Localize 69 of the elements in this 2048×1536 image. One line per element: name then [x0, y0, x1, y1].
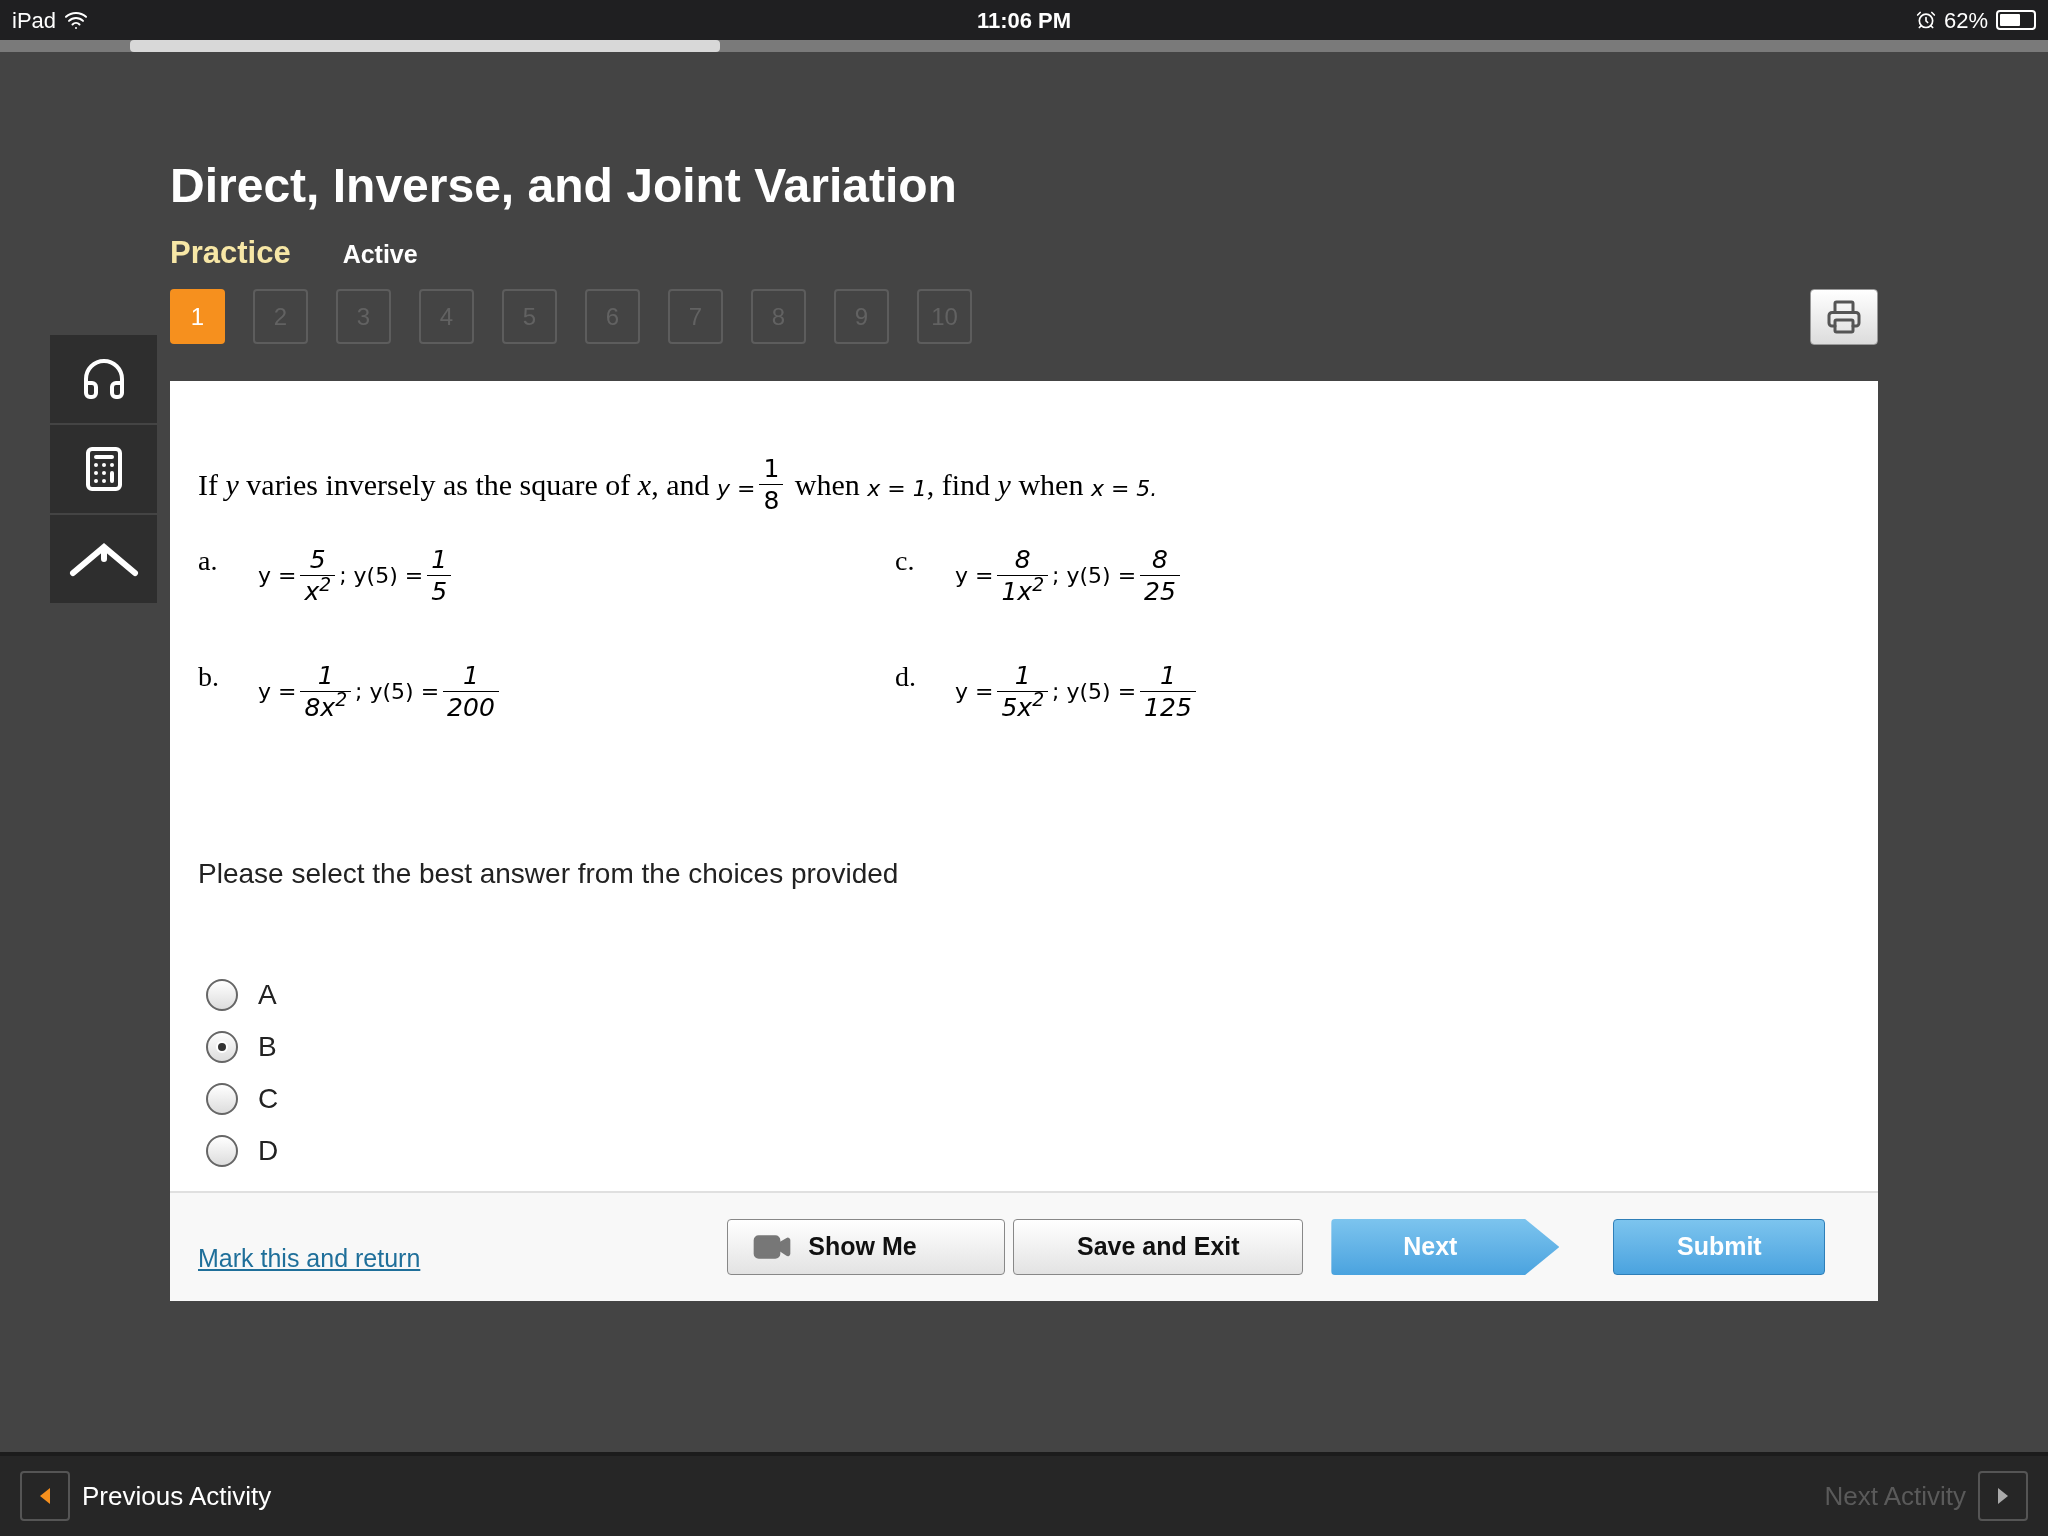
choice-letter: a. [198, 544, 219, 578]
numerator: 1 [430, 544, 449, 576]
instruction-text: Please select the best answer from the choices provided [198, 857, 900, 891]
denominator: 200 [446, 691, 496, 723]
choice-letter: d. [895, 659, 917, 694]
equation-text: y = [258, 677, 297, 706]
equation-text: y = [258, 562, 297, 591]
next-button[interactable]: Next [1331, 1219, 1560, 1275]
denominator: 8 [762, 484, 781, 516]
radio-button[interactable] [206, 979, 238, 1011]
calculator-button[interactable] [50, 425, 157, 513]
radio-button[interactable] [206, 1083, 238, 1115]
show-me-button[interactable]: Show Me [727, 1219, 1006, 1275]
choice-letter: c. [895, 544, 916, 578]
equation-text: y = [955, 562, 994, 591]
next-arrow-button[interactable] [1978, 1471, 2028, 1521]
denominator: 1x$^{2}$ [1000, 576, 1046, 608]
numerator: 8 [1151, 544, 1169, 576]
radio-button[interactable] [206, 1031, 238, 1063]
equation-text: ; y(5) = [1052, 562, 1137, 591]
equation-text: ; y(5) = [1052, 677, 1137, 706]
battery-icon [1996, 10, 2036, 30]
numerator: 1 [762, 452, 781, 484]
answer-option[interactable]: A [198, 979, 1850, 1011]
activity-state: Active [342, 239, 418, 270]
equation-text: ; y(5) = [355, 677, 440, 706]
denominator: 5 [430, 576, 449, 608]
submit-button[interactable]: Submit [1613, 1219, 1826, 1275]
question-text: when [793, 466, 861, 503]
clock-time: 11:06 PM [976, 6, 1072, 35]
equation-text: ; y(5) = [339, 562, 424, 591]
question-text: , find y when [926, 466, 1085, 503]
save-exit-button[interactable]: Save and Exit [1013, 1219, 1304, 1275]
activity-type: Practice [170, 234, 291, 272]
question-tab[interactable]: 1 [170, 289, 225, 344]
numerator: 5 [308, 544, 327, 576]
previous-arrow-button[interactable] [20, 1471, 70, 1521]
alarm-icon [1915, 10, 1936, 30]
left-triangle-icon [38, 1487, 52, 1505]
answer-option[interactable]: C [198, 1083, 1850, 1115]
print-button[interactable] [1810, 288, 1878, 345]
choice-letter: b. [198, 659, 220, 694]
question-text: If y varies inversely as the square of x, and [198, 466, 711, 503]
answer-option[interactable]: B [198, 1031, 1850, 1063]
numerator: 1 [316, 659, 335, 691]
radio-button[interactable] [206, 1135, 238, 1167]
numerator: 1 [1159, 659, 1177, 691]
mark-return-link[interactable]: Mark this and return [198, 1240, 421, 1278]
answer-option[interactable]: D [198, 1135, 1850, 1167]
denominator: 125 [1143, 691, 1193, 723]
previous-activity-label[interactable]: Previous Activity [82, 1476, 272, 1516]
math-text: x = 1 [867, 474, 927, 503]
math-text: y = [717, 474, 756, 503]
page-title: Direct, Inverse, and Joint Variation [170, 162, 958, 210]
math-text: x = 5. [1090, 474, 1158, 503]
headphones-button[interactable] [50, 335, 157, 423]
denominator: 8x$^{2}$ [303, 691, 349, 723]
equation-text: y = [955, 677, 994, 706]
right-triangle-icon [1996, 1487, 2010, 1505]
numerator: 1 [1013, 659, 1032, 691]
printer-icon [1826, 298, 1862, 335]
caret-up-button[interactable] [50, 515, 157, 603]
battery-percent: 62% [1943, 6, 1988, 35]
denominator: 5x$^{2}$ [1000, 691, 1046, 723]
device-name: iPad [12, 6, 57, 35]
denominator: 25 [1143, 576, 1177, 608]
denominator: x$^{2}$ [303, 576, 333, 608]
numerator: 1 [462, 659, 480, 691]
numerator: 8 [1013, 544, 1032, 576]
